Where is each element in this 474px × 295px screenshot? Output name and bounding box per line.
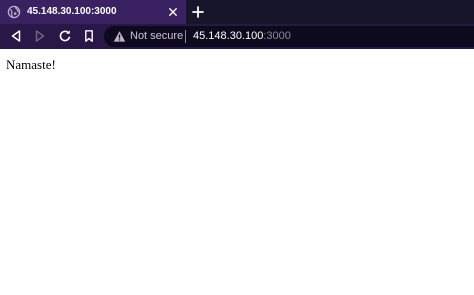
bookmark-icon[interactable] [81,28,97,44]
page-text: Namaste! [6,57,56,72]
plus-icon[interactable] [190,4,206,20]
browser-toolbar: Not secure 45.148.30.100:3000 [0,24,474,49]
tab-title: 45.148.30.100:3000 [27,6,117,17]
active-tab[interactable]: 45.148.30.100:3000 [0,0,186,24]
url-port: :3000 [263,30,291,42]
security-label[interactable]: Not secure [130,29,183,44]
url-host: 45.148.30.100 [193,30,264,42]
globe-icon [7,5,21,19]
address-bar[interactable]: Not secure 45.148.30.100:3000 [104,26,474,47]
tab-strip: 45.148.30.100:3000 [0,0,474,24]
reload-icon[interactable] [57,28,73,44]
close-icon[interactable] [166,5,180,19]
back-icon[interactable] [8,28,24,44]
omnibox-separator [185,30,186,43]
forward-icon[interactable] [32,28,48,44]
url-text[interactable]: 45.148.30.100:3000 [193,29,291,44]
warning-icon[interactable] [113,30,126,43]
page-content: Namaste! [0,49,474,295]
browser-chrome: 45.148.30.100:3000 Not secure 45.148.30.… [0,0,474,49]
